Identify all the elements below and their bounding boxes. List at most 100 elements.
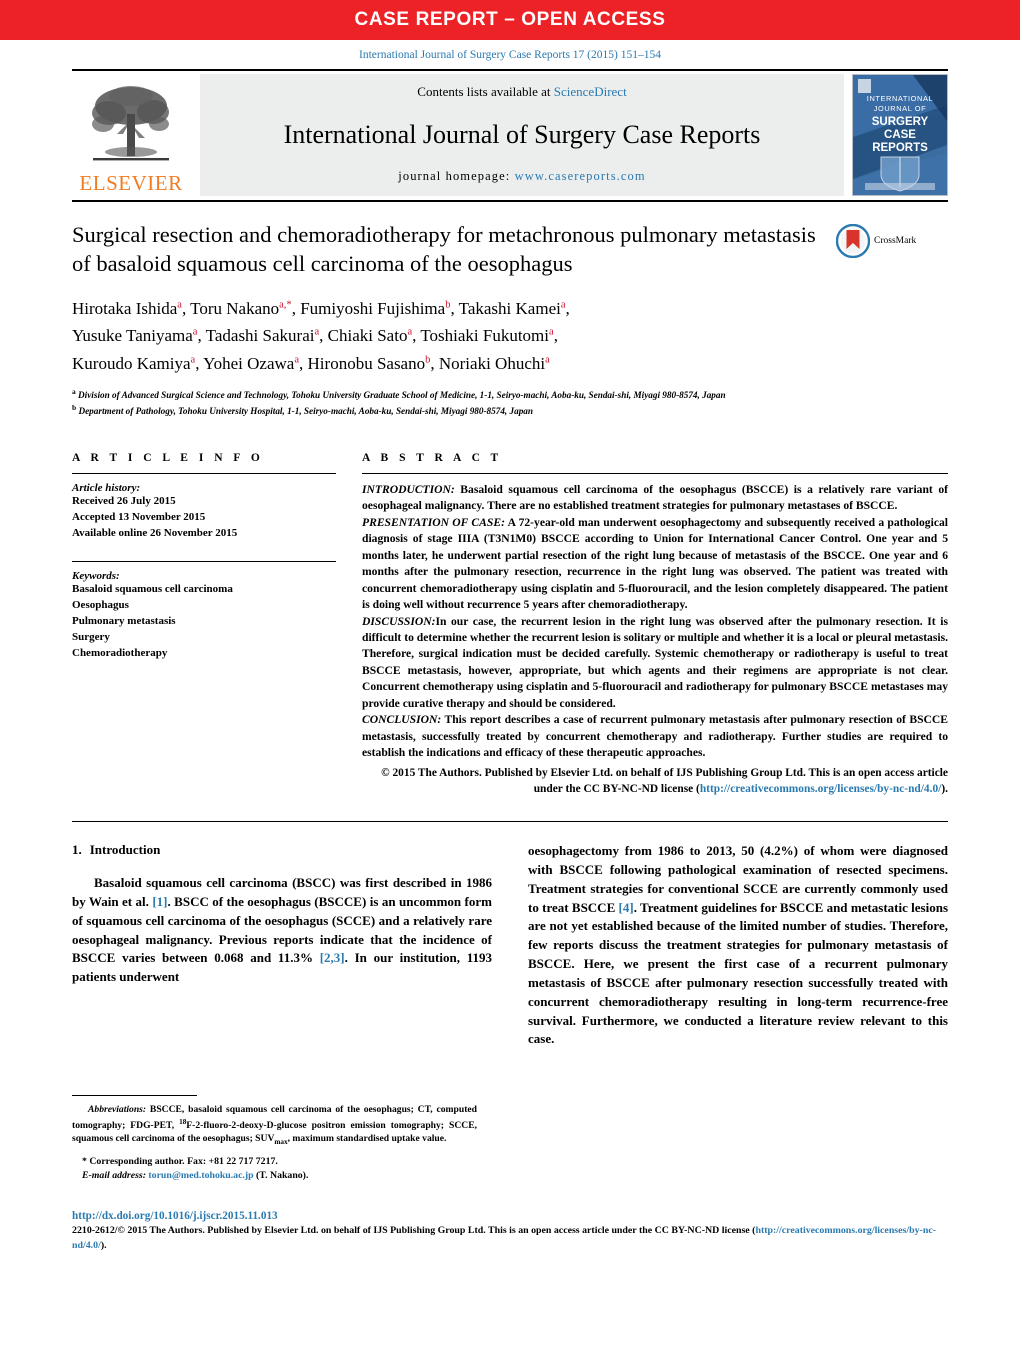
author-affiliation-mark[interactable]: a — [294, 354, 299, 365]
author-item: Yusuke Taniyamaa — [72, 326, 197, 345]
affiliation-list: a Division of Advanced Surgical Science … — [72, 387, 948, 418]
abbreviations-note: Abbreviations: BSCCE, basaloid squamous … — [72, 1103, 477, 1148]
email-link[interactable]: torun@med.tohoku.ac.jp — [148, 1170, 253, 1181]
body-column-right: oesophagectomy from 1986 to 2013, 50 (4.… — [528, 842, 948, 1049]
keywords-label: Keywords: — [72, 570, 120, 583]
journal-citation-line: International Journal of Surgery Case Re… — [359, 49, 661, 61]
author-name: Tadashi Sakurai — [205, 326, 315, 346]
article-history-label: Article history: — [72, 481, 141, 494]
abstract-section-label: DISCUSSION: — [362, 614, 436, 628]
author-affiliation-mark[interactable]: a — [407, 326, 412, 337]
email-tail: (T. Nakano). — [253, 1170, 309, 1182]
title-block: Surgical resection and chemoradiotherapy… — [72, 220, 948, 279]
abstract-heading: A B S T R A C T — [362, 451, 503, 464]
introduction-paragraph-left: Basaloid squamous cell carcinoma (BSCC) … — [72, 874, 492, 987]
affiliation-text: Department of Pathology, Tohoku Universi… — [78, 405, 534, 416]
citation-ref-2[interactable]: [2,3] — [320, 950, 345, 965]
author-item: Hironobu Sasanob — [308, 354, 431, 373]
banner-label: CASE REPORT – OPEN ACCESS — [354, 9, 666, 30]
keyword-item: Oesophagus — [72, 599, 129, 612]
email-label: E-mail address: — [82, 1170, 146, 1182]
issn-text: 2210-2612/© 2015 The Authors. Published … — [72, 1225, 756, 1237]
keyword-item: Pulmonary metastasis — [72, 615, 176, 628]
author-name: Yusuke Taniyama — [72, 326, 193, 346]
abstract-section: CONCLUSION: This report describes a case… — [362, 712, 948, 761]
abstract-section-text: This report describes a case of recurren… — [362, 713, 948, 760]
abstract-section: INTRODUCTION: Basaloid squamous cell car… — [362, 482, 948, 515]
citation-ref-1[interactable]: [1] — [152, 894, 167, 909]
author-item: Hirotaka Ishidaa — [72, 299, 182, 318]
author-affiliation-mark[interactable]: b — [445, 299, 450, 310]
elsevier-wordmark: ELSEVIER — [79, 171, 183, 195]
body-columns: 1. Introduction Basaloid squamous cell ca… — [72, 842, 948, 1049]
author-affiliation-mark[interactable]: a — [191, 354, 196, 365]
abstract-section: PRESENTATION OF CASE: A 72-year-old man … — [362, 515, 948, 614]
masthead-top-rule — [72, 69, 948, 71]
affiliation-text: Division of Advanced Surgical Science an… — [78, 390, 726, 401]
abstract-section-label: PRESENTATION OF CASE: — [362, 515, 505, 529]
page-title: Surgical resection and chemoradiotherapy… — [72, 222, 816, 277]
abstract-rule — [362, 472, 948, 474]
footer-block: http://dx.doi.org/10.1016/j.ijscr.2015.1… — [72, 1208, 952, 1254]
issn-tail: ). — [100, 1240, 107, 1252]
affiliation-mark: a — [72, 387, 76, 397]
keyword-item: Chemoradiotherapy — [72, 646, 168, 659]
author-affiliation-mark[interactable]: a — [177, 299, 182, 310]
keywords-rule — [72, 561, 336, 563]
svg-text:SURGERY: SURGERY — [872, 116, 929, 128]
author-affiliation-mark[interactable]: b — [425, 354, 430, 365]
author-item: Fumiyoshi Fujishimab — [300, 299, 450, 318]
contents-available-line: Contents lists available at ScienceDirec… — [200, 84, 844, 100]
author-name: Yohei Ozawa — [203, 353, 295, 373]
sciencedirect-link[interactable]: ScienceDirect — [554, 84, 627, 99]
author-name: Hirotaka Ishida — [72, 298, 178, 318]
info-abstract-region: A R T I C L E I N F O Article history: R… — [72, 452, 948, 797]
abstract-column: A B S T R A C T INTRODUCTION: Basaloid s… — [362, 452, 948, 797]
email-line: E-mail address: torun@med.tohoku.ac.jp (… — [82, 1169, 477, 1184]
author-affiliation-mark[interactable]: a — [549, 326, 554, 337]
elsevier-tree-icon — [92, 86, 169, 161]
author-list: Hirotaka Ishidaa, Toru Nakanoa,*, Fumiyo… — [72, 298, 570, 373]
footnote-rule — [72, 1095, 197, 1096]
author-item: Toshiaki Fukutomia — [420, 326, 553, 345]
body-separator-rule — [72, 820, 948, 822]
abbreviations-label: Abbreviations: — [88, 1104, 147, 1115]
copyright-tail: ). — [941, 782, 948, 795]
keyword-item: Surgery — [72, 630, 110, 643]
crossmark-badge[interactable]: CrossMark — [836, 220, 948, 279]
author-item: Toru Nakanoa,* — [190, 299, 292, 318]
history-item: Received 26 July 2015 — [72, 494, 176, 507]
svg-text:JOURNAL OF: JOURNAL OF — [874, 104, 927, 113]
author-affiliation-mark[interactable]: a,* — [279, 299, 292, 310]
author-affiliation-mark[interactable]: a — [314, 326, 319, 337]
history-item: Accepted 13 November 2015 — [72, 510, 206, 523]
citation-ref-3[interactable]: [4] — [619, 900, 634, 915]
keyword-item: Basaloid squamous cell carcinoma — [72, 583, 233, 596]
author-affiliation-mark[interactable]: a — [545, 354, 550, 365]
svg-text:CASE: CASE — [884, 129, 916, 141]
author-name: Hironobu Sasano — [307, 353, 426, 373]
intro-right-text-2: . Treatment guidelines for BSCCE and met… — [528, 899, 948, 1047]
open-access-banner: CASE REPORT – OPEN ACCESS — [0, 0, 1020, 40]
issn-copyright-line: 2210-2612/© 2015 The Authors. Published … — [72, 1224, 952, 1254]
abbrev-text-5: , maximum standardised uptake value. — [287, 1133, 447, 1145]
author-name: Chiaki Sato — [327, 326, 408, 346]
corresponding-author-line: * Corresponding author. Fax: +81 22 717 … — [82, 1155, 278, 1167]
author-affiliation-mark[interactable]: a — [561, 299, 566, 310]
body-column-left: 1. Introduction Basaloid squamous cell ca… — [72, 842, 492, 1049]
author-item: Takashi Kameia — [459, 299, 566, 318]
masthead-bottom-rule — [72, 200, 948, 202]
author-name: Kuroudo Kamiya — [72, 353, 191, 373]
crossmark-label: CrossMark — [874, 236, 917, 246]
affiliation-mark: b — [72, 402, 77, 412]
footnotes-block: Abbreviations: BSCCE, basaloid squamous … — [72, 1095, 477, 1184]
abbrev-text-3: D — [266, 1119, 274, 1131]
homepage-url-link[interactable]: www.casereports.com — [515, 169, 646, 183]
elsevier-logo: ELSEVIER — [72, 74, 190, 196]
corresponding-author-note: * Corresponding author. Fax: +81 22 717 … — [72, 1155, 477, 1184]
cc-license-link[interactable]: http://creativecommons.org/licenses/by-n… — [700, 783, 942, 795]
author-affiliation-mark[interactable]: a — [193, 326, 198, 337]
svg-text:REPORTS: REPORTS — [872, 142, 928, 154]
section-number: 1. — [72, 841, 82, 857]
doi-link[interactable]: http://dx.doi.org/10.1016/j.ijscr.2015.1… — [72, 1208, 952, 1224]
